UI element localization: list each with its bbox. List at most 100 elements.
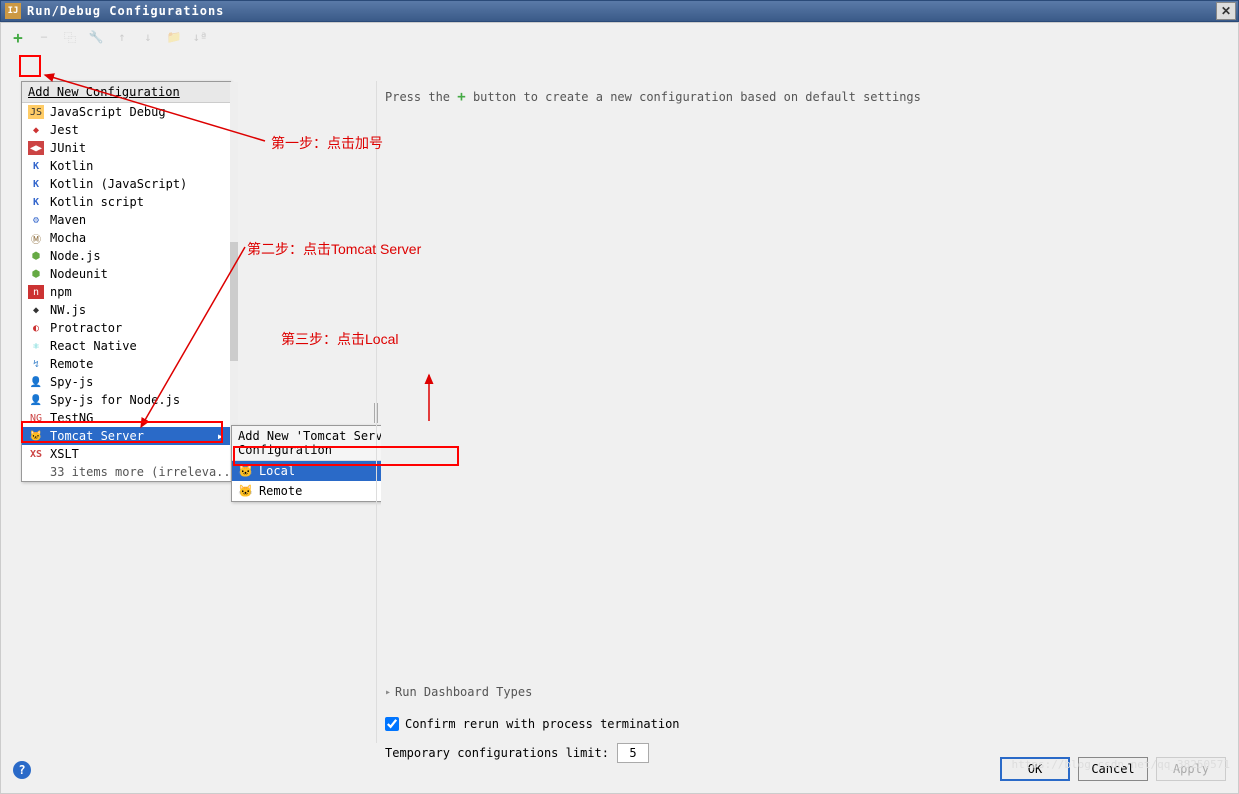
sort-icon[interactable]: ↓ª <box>191 28 209 46</box>
config-item-label: Remote <box>50 357 93 371</box>
config-item-javascript-debug[interactable]: JSJavaScript Debug <box>22 103 230 121</box>
config-item-maven[interactable]: ⚙Maven <box>22 211 230 229</box>
hint-plus-icon: + <box>457 89 465 105</box>
annotation-step2: 第二步：点击Tomcat Server <box>247 239 421 259</box>
expand-icon: ▸ <box>385 687 391 698</box>
ic-junit-icon: ◀▶ <box>28 141 44 155</box>
remove-button[interactable]: − <box>35 28 53 46</box>
config-item-label: XSLT <box>50 447 79 461</box>
config-item-kotlin-script[interactable]: K Kotlin script <box>22 193 230 211</box>
config-item-spy-js-for-node-js[interactable]: 👤 Spy-js for Node.js <box>22 391 230 409</box>
config-item-nw-js[interactable]: ◆ NW.js <box>22 301 230 319</box>
separator-handle[interactable] <box>373 403 379 423</box>
ic-js-icon: JS <box>28 105 44 119</box>
annotation-box-add <box>19 55 41 77</box>
cancel-button[interactable]: Cancel <box>1078 757 1148 781</box>
config-item-tomcat-server[interactable]: 🐱 Tomcat Server ▸ <box>22 427 230 445</box>
ic-react-icon: ⚛ <box>28 339 44 353</box>
ic-testng-icon: NG <box>28 411 44 425</box>
wrench-icon[interactable]: 🔧 <box>87 28 105 46</box>
config-item-spy-js[interactable]: 👤 Spy-js <box>22 373 230 391</box>
ic-nw-icon: ◆ <box>28 303 44 317</box>
ic-node-icon: ⬢ <box>28 249 44 263</box>
ic-mocha-icon: Ⓜ <box>28 231 44 245</box>
config-item-more[interactable]: 33 items more (irreleva... <box>22 463 230 481</box>
config-item-label: Jest <box>50 123 79 137</box>
config-item-testng[interactable]: NGTestNG <box>22 409 230 427</box>
config-item-jest[interactable]: ◆Jest <box>22 121 230 139</box>
help-icon[interactable]: ? <box>13 761 31 779</box>
config-item-mocha[interactable]: Ⓜ Mocha <box>22 229 230 247</box>
config-item-junit[interactable]: ◀▶ JUnit <box>22 139 230 157</box>
dialog-content: + − ⿻ 🔧 ↑ ↓ 📁 ↓ª Add New Configuration J… <box>0 22 1239 794</box>
config-item-label: Mocha <box>50 231 86 245</box>
config-item-label: Protractor <box>50 321 122 335</box>
submenu-item-label: Local <box>259 464 295 478</box>
menu-header: Add New Configuration <box>22 82 230 103</box>
config-item-npm[interactable]: nnpm <box>22 283 230 301</box>
temp-limit-row: Temporary configurations limit: <box>385 743 649 763</box>
move-up-button[interactable]: ↑ <box>113 28 131 46</box>
annotation-step3: 第三步：点击Local <box>281 329 398 349</box>
add-button[interactable]: + <box>9 28 27 46</box>
close-icon[interactable]: ✕ <box>1216 2 1236 20</box>
config-item-label: Spy-js for Node.js <box>50 393 180 407</box>
app-icon: IJ <box>5 3 21 19</box>
config-item-label: JUnit <box>50 141 86 155</box>
ic-kotlin-icon: K <box>28 159 44 173</box>
temp-limit-label: Temporary configurations limit: <box>385 746 609 760</box>
config-item-label: Spy-js <box>50 375 93 389</box>
config-item-nodeunit[interactable]: ⬢ Nodeunit <box>22 265 230 283</box>
move-down-button[interactable]: ↓ <box>139 28 157 46</box>
config-list: JSJavaScript Debug◆Jest◀▶JUnitKKotlinKKo… <box>22 103 230 481</box>
scrollbar-track[interactable] <box>230 82 238 481</box>
config-item-kotlin[interactable]: K Kotlin <box>22 157 230 175</box>
config-item-label: Tomcat Server <box>50 429 144 443</box>
hint-before: Press the <box>385 90 450 104</box>
annotation-step1: 第一步：点击加号 <box>271 133 383 153</box>
confirm-rerun-label: Confirm rerun with process termination <box>405 717 680 731</box>
scrollbar-thumb[interactable] <box>230 242 238 362</box>
ic-spy-icon: 👤 <box>28 375 44 389</box>
temp-limit-input[interactable] <box>617 743 649 763</box>
config-item-node-js[interactable]: ⬢Node.js <box>22 247 230 265</box>
right-panel: Press the + button to create a new confi… <box>381 81 1228 743</box>
ic-spy-icon: 👤 <box>28 393 44 407</box>
config-item-label: Kotlin <box>50 159 93 173</box>
config-item-label: Kotlin script <box>50 195 144 209</box>
tomcat-icon: 🐱 <box>238 464 253 478</box>
config-item-label: NW.js <box>50 303 86 317</box>
submenu-arrow-icon: ▸ <box>217 429 224 443</box>
ic-xslt-icon: XS <box>28 447 44 461</box>
config-item-label: Kotlin (JavaScript) <box>50 177 187 191</box>
dashboard-types-row[interactable]: ▸ Run Dashboard Types <box>385 681 1228 703</box>
ic-remote-icon: ↯ <box>28 357 44 371</box>
tomcat-icon: 🐱 <box>238 484 253 498</box>
config-item-label: npm <box>50 285 72 299</box>
window-title: Run/Debug Configurations <box>27 4 224 18</box>
dashboard-title: Run Dashboard Types <box>395 685 532 699</box>
config-item-kotlin-javascript-[interactable]: K Kotlin (JavaScript) <box>22 175 230 193</box>
config-item-remote[interactable]: ↯ Remote <box>22 355 230 373</box>
ic-tomcat-icon: 🐱 <box>28 429 44 443</box>
config-item-react-native[interactable]: ⚛ React Native <box>22 337 230 355</box>
apply-button[interactable]: Apply <box>1156 757 1226 781</box>
config-item-protractor[interactable]: ◐Protractor <box>22 319 230 337</box>
ic-kotlin-icon: K <box>28 195 44 209</box>
config-item-label: Nodeunit <box>50 267 108 281</box>
submenu-item-label: Remote <box>259 484 302 498</box>
toolbar: + − ⿻ 🔧 ↑ ↓ 📁 ↓ª <box>1 23 1238 51</box>
ic-kotlin-icon: K <box>28 177 44 191</box>
config-item-label: React Native <box>50 339 137 353</box>
confirm-rerun-checkbox[interactable] <box>385 717 399 731</box>
copy-button[interactable]: ⿻ <box>61 28 79 46</box>
hint-after: button to create a new configuration bas… <box>473 90 921 104</box>
config-item-label: Maven <box>50 213 86 227</box>
ic-node-icon: ⬢ <box>28 267 44 281</box>
titlebar: IJ Run/Debug Configurations ✕ <box>0 0 1239 22</box>
add-configuration-menu: Add New Configuration JSJavaScript Debug… <box>21 81 231 482</box>
confirm-rerun-row: Confirm rerun with process termination <box>385 717 680 731</box>
folder-icon[interactable]: 📁 <box>165 28 183 46</box>
ok-button[interactable]: OK <box>1000 757 1070 781</box>
config-item-xslt[interactable]: XS XSLT <box>22 445 230 463</box>
